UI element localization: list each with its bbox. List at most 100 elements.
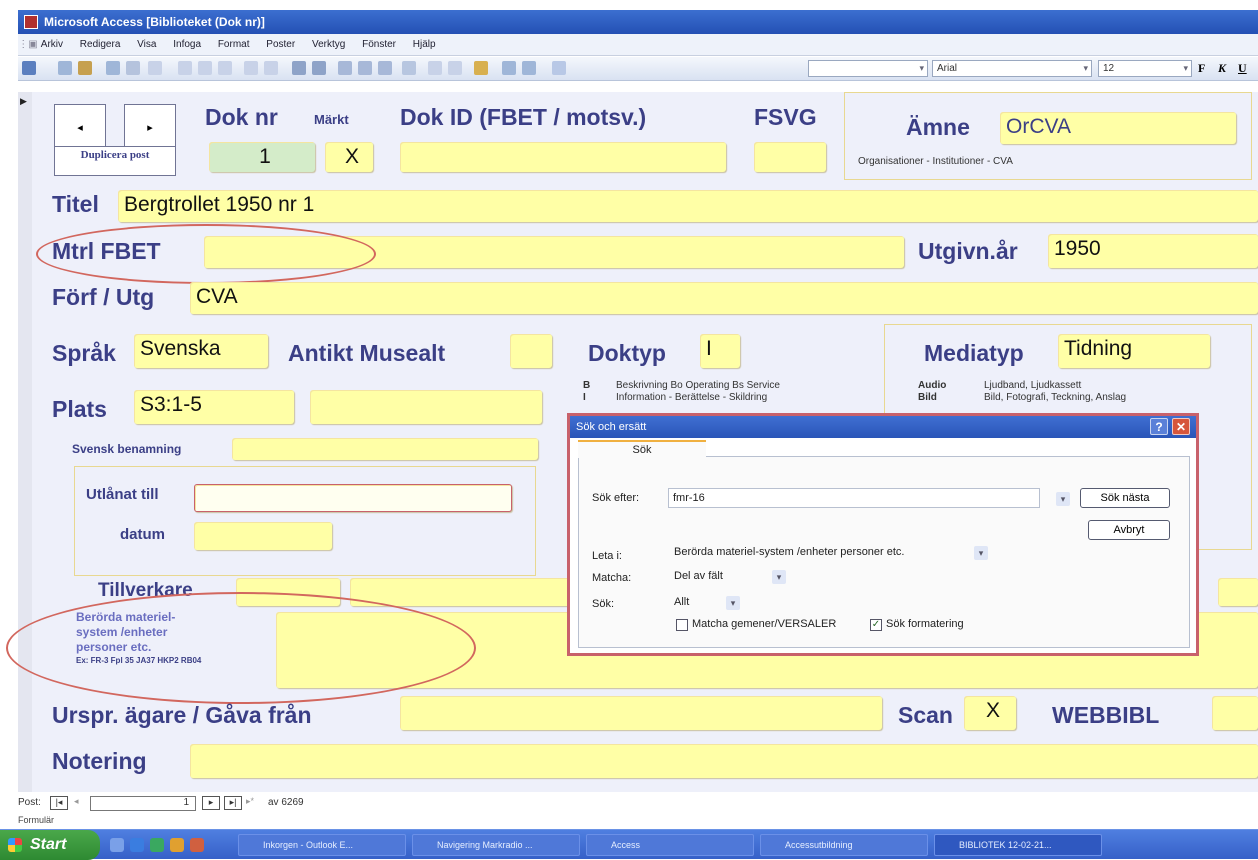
font-size-combo[interactable]: 12 ▾ bbox=[1098, 60, 1192, 77]
internet-explorer-icon[interactable] bbox=[130, 838, 144, 852]
sok-select[interactable]: Allt bbox=[674, 596, 689, 608]
previous-record-icon[interactable]: ◂ bbox=[74, 796, 79, 807]
undo-icon[interactable] bbox=[244, 61, 258, 75]
webbibl-field[interactable] bbox=[1212, 696, 1258, 730]
menu-redigera[interactable]: Redigera bbox=[80, 34, 121, 56]
help-icon[interactable] bbox=[552, 61, 566, 75]
tillverkare-field[interactable] bbox=[350, 578, 590, 606]
paste-icon[interactable] bbox=[218, 61, 232, 75]
save-icon[interactable] bbox=[58, 61, 72, 75]
sok-efter-input[interactable]: fmr-16 bbox=[668, 488, 1040, 508]
doktyp-field[interactable]: I bbox=[700, 334, 740, 368]
taskbar-item-outlook[interactable]: Inkorgen - Outlook E... bbox=[238, 834, 406, 856]
menu-visa[interactable]: Visa bbox=[137, 34, 156, 56]
matcha-select[interactable]: Del av fält bbox=[674, 570, 723, 582]
utgivn-label: Utgivn.år bbox=[918, 238, 1018, 264]
sort-ascending-icon[interactable] bbox=[292, 61, 306, 75]
menu-infoga[interactable]: Infoga bbox=[173, 34, 201, 56]
menu-poster[interactable]: Poster bbox=[266, 34, 295, 56]
menu-arkiv[interactable]: Arkiv bbox=[41, 34, 63, 56]
print-icon[interactable] bbox=[106, 61, 120, 75]
desktop-icon[interactable] bbox=[110, 838, 124, 852]
taskbar-item-accessutbildning[interactable]: Accessutbildning bbox=[760, 834, 928, 856]
taskbar-item-bibliotek[interactable]: BIBLIOTEK 12-02-21... bbox=[934, 834, 1102, 856]
help-icon[interactable]: ? bbox=[1150, 418, 1168, 435]
mediatyp-field[interactable]: Tidning bbox=[1058, 334, 1210, 368]
svensk-benamning-field[interactable] bbox=[232, 438, 538, 460]
plats-field[interactable]: S3:1-5 bbox=[134, 390, 294, 424]
close-icon[interactable]: ✕ bbox=[1172, 418, 1190, 435]
current-record-input[interactable]: 1 bbox=[90, 796, 196, 811]
record-selector-icon[interactable]: ▶ bbox=[20, 96, 27, 107]
delete-record-icon[interactable] bbox=[448, 61, 462, 75]
chevron-down-icon[interactable]: ▾ bbox=[726, 596, 740, 610]
match-case-checkbox[interactable] bbox=[676, 619, 688, 631]
copy-icon[interactable] bbox=[198, 61, 212, 75]
cut-icon[interactable] bbox=[178, 61, 192, 75]
scan-field[interactable]: X bbox=[964, 696, 1016, 730]
titel-field[interactable]: Bergtrollet 1950 nr 1 bbox=[118, 190, 1258, 222]
chevron-down-icon[interactable]: ▾ bbox=[974, 546, 988, 560]
firefox-icon[interactable] bbox=[170, 838, 184, 852]
previous-record-button[interactable]: ◂ bbox=[54, 104, 106, 150]
tillverkare-extra-field[interactable] bbox=[1218, 578, 1258, 606]
bold-button[interactable]: F bbox=[1198, 61, 1205, 76]
preview-icon[interactable] bbox=[126, 61, 140, 75]
menu-hjalp[interactable]: Hjälp bbox=[413, 34, 436, 56]
search-format-checkbox[interactable]: ✓ bbox=[870, 619, 882, 631]
taskbar-item-access[interactable]: Access bbox=[586, 834, 754, 856]
menu-verktyg[interactable]: Verktyg bbox=[312, 34, 345, 56]
database-window-icon[interactable] bbox=[502, 61, 516, 75]
cancel-button[interactable]: Avbryt bbox=[1088, 520, 1170, 540]
quicklaunch-icon[interactable] bbox=[190, 838, 204, 852]
sprak-field[interactable]: Svenska bbox=[134, 334, 268, 368]
leta-i-select[interactable]: Berörda materiel-system /enheter persone… bbox=[674, 546, 905, 558]
new-record-icon[interactable] bbox=[428, 61, 442, 75]
view-icon[interactable] bbox=[22, 61, 36, 75]
tab-sok[interactable]: Sök bbox=[578, 440, 706, 458]
new-record-nav-icon[interactable]: ▸* bbox=[246, 796, 254, 807]
chevron-down-icon[interactable]: ▾ bbox=[1056, 492, 1070, 506]
search-icon[interactable] bbox=[78, 61, 92, 75]
sort-descending-icon[interactable] bbox=[312, 61, 326, 75]
menu-fonster[interactable]: Fönster bbox=[362, 34, 396, 56]
apply-filter-icon[interactable] bbox=[378, 61, 392, 75]
hyperlink-icon[interactable] bbox=[264, 61, 278, 75]
new-object-icon[interactable] bbox=[522, 61, 536, 75]
leta-i-label: Leta i: bbox=[592, 550, 622, 562]
last-record-icon[interactable]: ▸| bbox=[224, 796, 242, 810]
find-icon[interactable] bbox=[402, 61, 416, 75]
utlanat-field[interactable] bbox=[194, 484, 512, 512]
dok-nr-field[interactable]: 1 bbox=[209, 142, 315, 172]
fsvg-field[interactable] bbox=[754, 142, 826, 172]
next-record-icon[interactable]: ▸ bbox=[202, 796, 220, 810]
italic-button[interactable]: K bbox=[1218, 61, 1226, 76]
chevron-down-icon[interactable]: ▾ bbox=[772, 570, 786, 584]
plats-extra-field[interactable] bbox=[310, 390, 542, 424]
object-combo[interactable]: ▾ bbox=[808, 60, 928, 77]
next-record-button[interactable]: ▸ bbox=[124, 104, 176, 150]
taskbar-item-navigering[interactable]: Navigering Markradio ... bbox=[412, 834, 580, 856]
markt-field[interactable]: X bbox=[325, 142, 373, 172]
start-button[interactable]: Start bbox=[0, 830, 100, 860]
first-record-icon[interactable]: |◂ bbox=[50, 796, 68, 810]
amne-field[interactable]: OrCVA bbox=[1000, 112, 1236, 144]
urspr-agare-field[interactable] bbox=[400, 696, 882, 730]
duplicate-record-button[interactable]: Duplicera post bbox=[54, 146, 176, 176]
datum-field[interactable] bbox=[194, 522, 332, 550]
spelling-icon[interactable] bbox=[148, 61, 162, 75]
filter-form-icon[interactable] bbox=[358, 61, 372, 75]
properties-icon[interactable] bbox=[474, 61, 488, 75]
font-name-combo[interactable]: Arial ▾ bbox=[932, 60, 1092, 77]
find-next-button[interactable]: Sök nästa bbox=[1080, 488, 1170, 508]
underline-button[interactable]: U bbox=[1238, 61, 1247, 76]
notering-field[interactable] bbox=[190, 744, 1258, 778]
antikt-musealt-field[interactable] bbox=[510, 334, 552, 368]
dok-id-field[interactable] bbox=[400, 142, 726, 172]
dok-nr-label: Dok nr bbox=[205, 104, 278, 130]
filter-selection-icon[interactable] bbox=[338, 61, 352, 75]
utgivn-field[interactable]: 1950 bbox=[1048, 234, 1258, 268]
menu-format[interactable]: Format bbox=[218, 34, 250, 56]
media-icon[interactable] bbox=[150, 838, 164, 852]
forf-field[interactable]: CVA bbox=[190, 282, 1258, 314]
